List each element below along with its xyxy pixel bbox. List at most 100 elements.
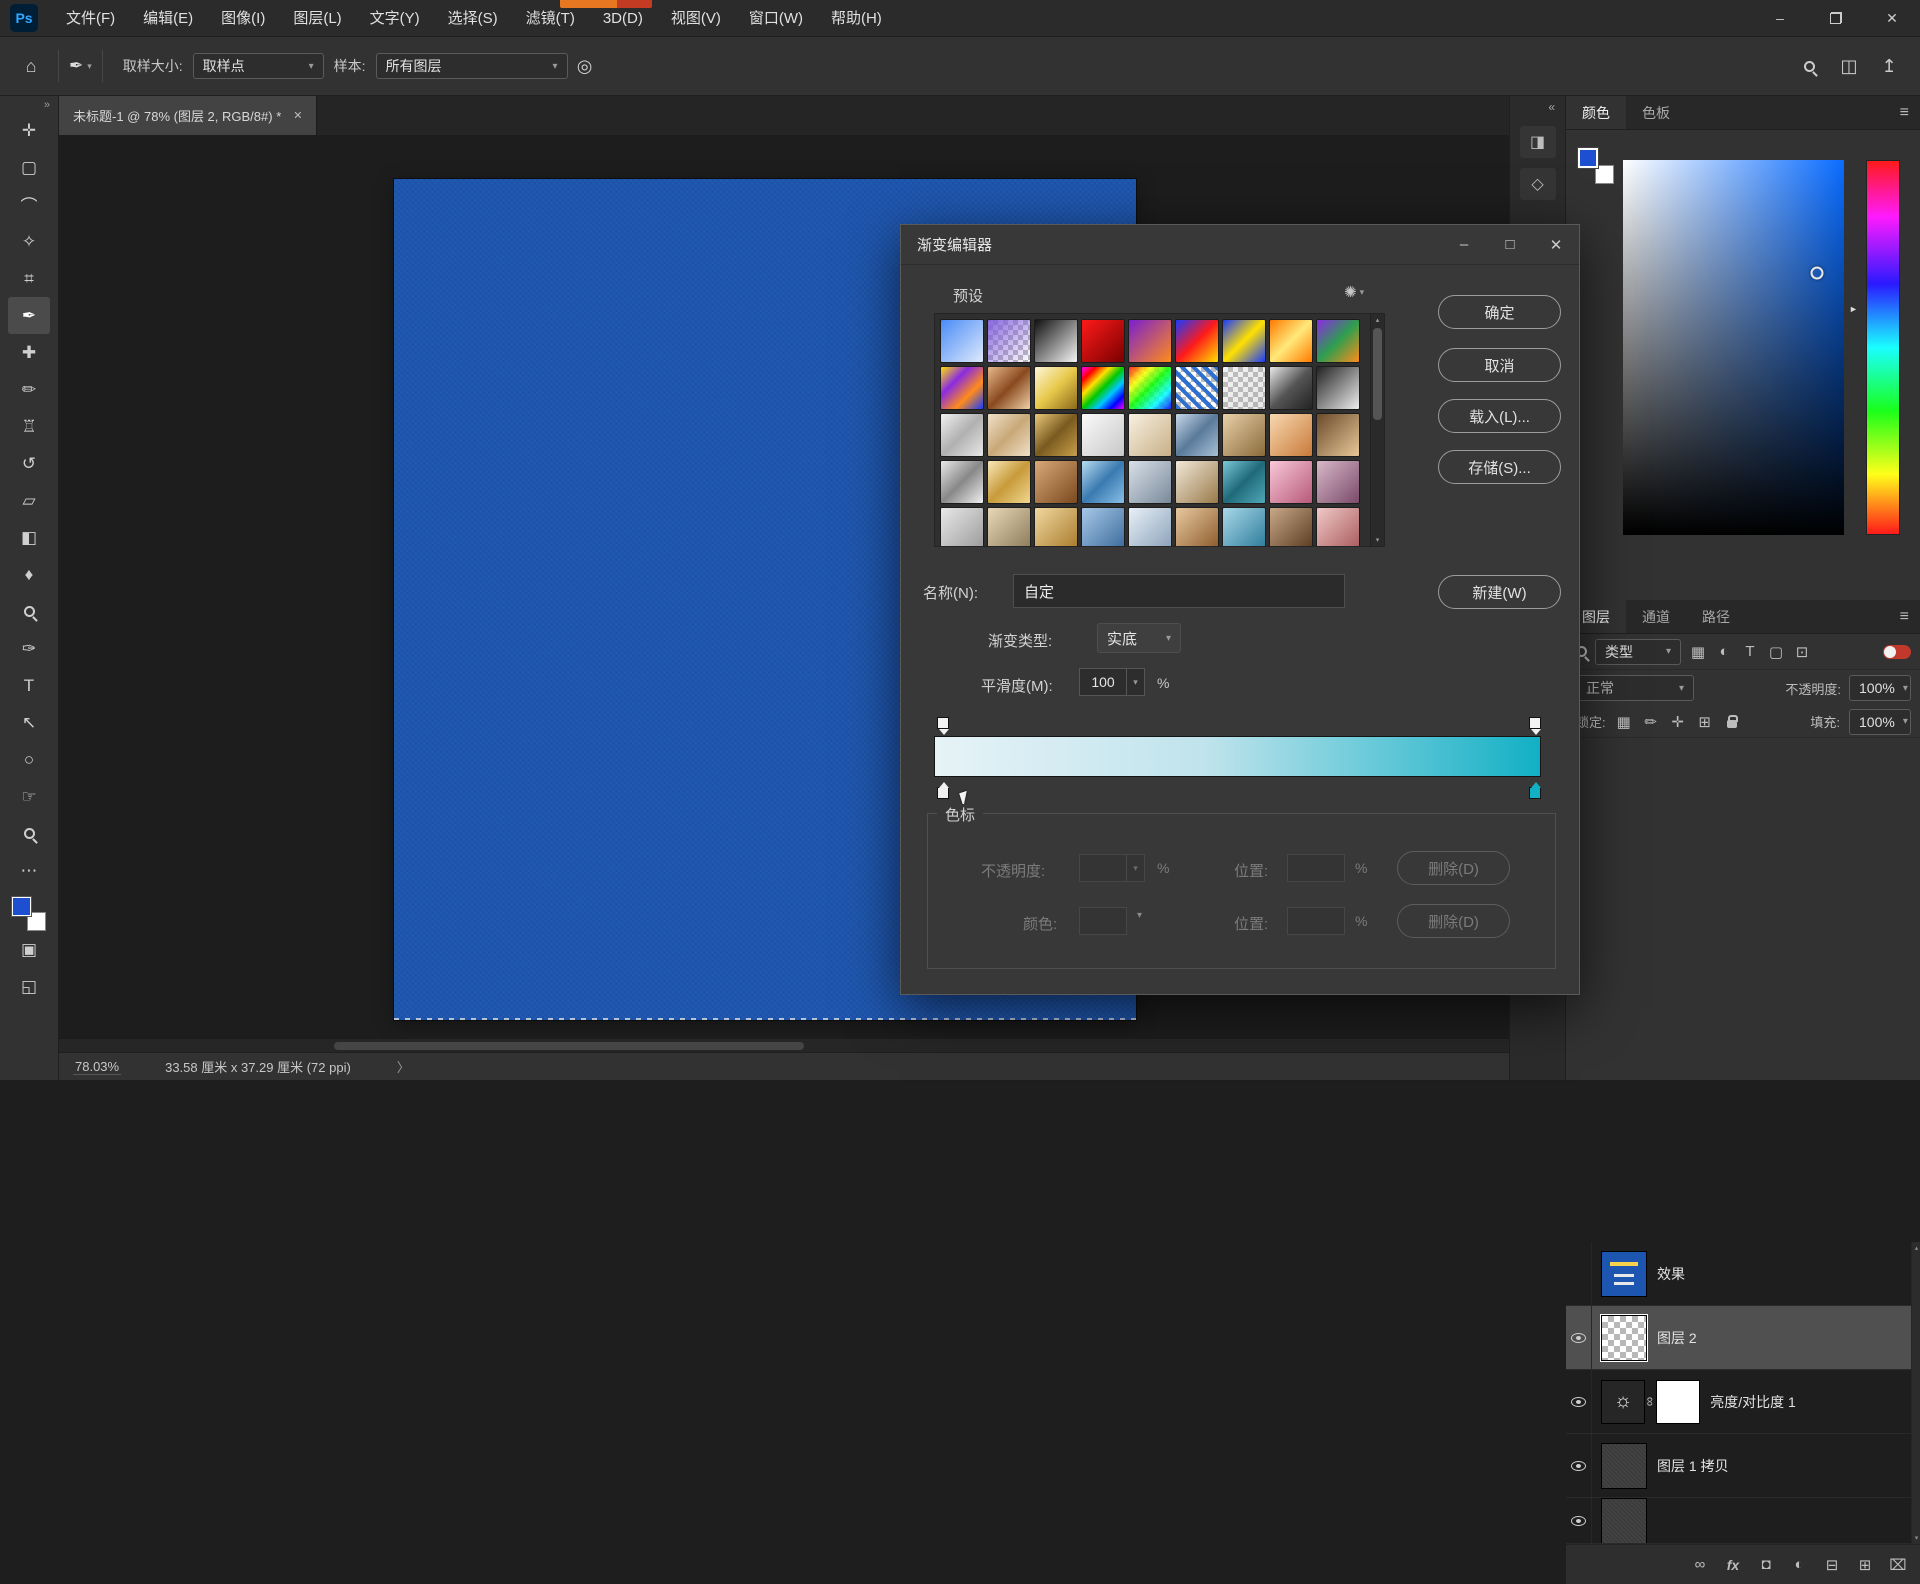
workspace-icon[interactable]: ◫ [1832, 56, 1866, 77]
menu-item-2[interactable]: 图像(I) [207, 0, 279, 37]
minimize-button[interactable]: – [1752, 0, 1808, 37]
fill-dropdown[interactable]: 100% [1849, 709, 1911, 735]
move-tool[interactable]: ✛ [8, 112, 50, 149]
screen-mode-icon[interactable]: ◱ [8, 968, 50, 1005]
gradient-name-input[interactable]: 自定 [1013, 574, 1345, 608]
panel-menu-icon[interactable]: ≡ [1888, 96, 1920, 129]
home-icon[interactable]: ⌂ [14, 56, 48, 77]
layer-thumbnail[interactable] [1601, 1498, 1647, 1544]
gradient-preset-3[interactable] [1081, 319, 1125, 363]
stop-location-input-2[interactable] [1287, 907, 1345, 935]
lock-paint-ic[interactable]: ✏ [1642, 713, 1660, 731]
opacity-stop-right[interactable] [1529, 717, 1541, 729]
gradient-preset-13[interactable] [1128, 366, 1172, 410]
tab-swatches[interactable]: 色板 [1626, 96, 1686, 129]
stop-opacity-input[interactable] [1079, 854, 1127, 882]
status-chevron-icon[interactable]: 〉 [397, 1057, 410, 1076]
search-icon[interactable] [1792, 61, 1826, 72]
gradient-preset-38[interactable] [1034, 507, 1078, 546]
dialog-maximize-button[interactable]: □ [1487, 225, 1533, 264]
saturation-brightness-picker[interactable] [1623, 160, 1844, 535]
gradient-preset-39[interactable] [1081, 507, 1125, 546]
gradient-preset-9[interactable] [940, 366, 984, 410]
lasso-tool[interactable]: ⌒ [8, 186, 50, 223]
eye-icon[interactable] [1566, 1498, 1592, 1543]
stop-color-chevron[interactable]: ▾ [1137, 910, 1142, 921]
gradient-preset-28[interactable] [987, 460, 1031, 504]
lock-artboard-ic[interactable]: ⊞ [1696, 713, 1714, 731]
gradient-preset-42[interactable] [1222, 507, 1266, 546]
gradient-preset-0[interactable] [940, 319, 984, 363]
gradient-preset-44[interactable] [1316, 507, 1360, 546]
layer-thumbnail[interactable] [1601, 1443, 1647, 1489]
gradient-preset-7[interactable] [1269, 319, 1313, 363]
mini-color-swatches[interactable] [1578, 148, 1614, 184]
filter-type-dropdown[interactable]: 类型 [1595, 639, 1681, 665]
menu-item-9[interactable]: 窗口(W) [735, 0, 817, 37]
gradient-preset-37[interactable] [987, 507, 1031, 546]
filter-smart-object-icon[interactable]: ⊡ [1793, 643, 1811, 661]
load-button[interactable]: 载入(L)... [1438, 399, 1561, 433]
gradient-preset-40[interactable] [1128, 507, 1172, 546]
adjustment-layer-icon[interactable]: ◐ [1790, 1556, 1808, 1573]
layer-name[interactable]: 图层 1 拷贝 [1657, 1456, 1729, 1476]
lock-all-ic[interactable] [1723, 715, 1741, 728]
layer-row-3[interactable]: 图层 1 拷贝 [1566, 1434, 1920, 1498]
smoothness-input[interactable]: 100 [1079, 668, 1127, 696]
menu-item-0[interactable]: 文件(F) [52, 0, 129, 37]
blend-mode-dropdown[interactable]: 正常 [1576, 675, 1694, 701]
zoom-level-field[interactable]: 78.03% [73, 1059, 121, 1075]
presets-gear-icon[interactable]: ✺ ▾ [1344, 283, 1364, 301]
gradient-preset-22[interactable] [1128, 413, 1172, 457]
stop-color-swatch[interactable] [1079, 907, 1127, 935]
gradient-preset-2[interactable] [1034, 319, 1078, 363]
layer-thumbnail[interactable] [1601, 1315, 1647, 1361]
gradient-preset-14[interactable] [1175, 366, 1219, 410]
document-tab[interactable]: 未标题-1 @ 78% (图层 2, RGB/8#) * ✕ [59, 96, 317, 135]
layer-name[interactable]: 亮度/对比度 1 [1710, 1392, 1796, 1412]
gradient-preset-31[interactable] [1128, 460, 1172, 504]
menu-item-1[interactable]: 编辑(E) [129, 0, 207, 37]
gradient-preset-27[interactable] [940, 460, 984, 504]
panel-menu-icon[interactable]: ≡ [1888, 600, 1920, 633]
eyedropper-tool[interactable]: ✒ [8, 297, 50, 334]
gradient-preset-16[interactable] [1269, 366, 1313, 410]
delete-layer-icon[interactable]: ⌧ [1889, 1556, 1907, 1574]
filter-type-icon[interactable]: T [1741, 643, 1759, 661]
sample-size-dropdown[interactable]: 取样点 [193, 53, 324, 79]
layers-scrollbar[interactable]: ▴▾ [1911, 1242, 1920, 1544]
filter-adjustment-icon[interactable]: ◐ [1715, 643, 1733, 661]
add-mask-icon[interactable]: ◘ [1757, 1556, 1775, 1573]
dodge-tool[interactable] [8, 593, 50, 630]
path-selection-tool[interactable]: ↖ [8, 704, 50, 741]
tab-color[interactable]: 颜色 [1566, 96, 1626, 129]
save-button[interactable]: 存储(S)... [1438, 450, 1561, 484]
history-brush-tool[interactable]: ↺ [8, 445, 50, 482]
clone-stamp-tool[interactable]: ♖ [8, 408, 50, 445]
lock-transparent-ic[interactable]: ▦ [1615, 713, 1633, 731]
mini-foreground-swatch[interactable] [1578, 148, 1598, 168]
layer-row-2[interactable]: ☼∞亮度/对比度 1 [1566, 1370, 1920, 1434]
new-button[interactable]: 新建(W) [1438, 575, 1561, 609]
current-tool-preview[interactable]: ✒ ▾ [69, 56, 92, 76]
eraser-tool[interactable]: ▱ [8, 482, 50, 519]
hue-slider[interactable] [1866, 160, 1900, 535]
gradient-preset-17[interactable] [1316, 366, 1360, 410]
eye-empty[interactable] [1566, 1242, 1592, 1305]
gradient-preset-23[interactable] [1175, 413, 1219, 457]
horizontal-scrollbar[interactable] [59, 1038, 1509, 1052]
eye-icon[interactable] [1566, 1434, 1592, 1497]
menu-item-4[interactable]: 文字(Y) [356, 0, 434, 37]
dialog-minimize-button[interactable]: – [1441, 225, 1487, 264]
gradient-preset-34[interactable] [1269, 460, 1313, 504]
zoom-tool[interactable] [8, 815, 50, 852]
scrollbar-thumb[interactable] [334, 1042, 804, 1050]
gradient-preset-41[interactable] [1175, 507, 1219, 546]
gradient-preset-26[interactable] [1316, 413, 1360, 457]
share-icon[interactable]: ↥ [1872, 56, 1906, 77]
type-tool[interactable]: T [8, 667, 50, 704]
cancel-button[interactable]: 取消 [1438, 348, 1561, 382]
layer-thumbnail[interactable] [1601, 1251, 1647, 1297]
stop-location-input-1[interactable] [1287, 854, 1345, 882]
foreground-color-swatch[interactable] [12, 897, 31, 916]
